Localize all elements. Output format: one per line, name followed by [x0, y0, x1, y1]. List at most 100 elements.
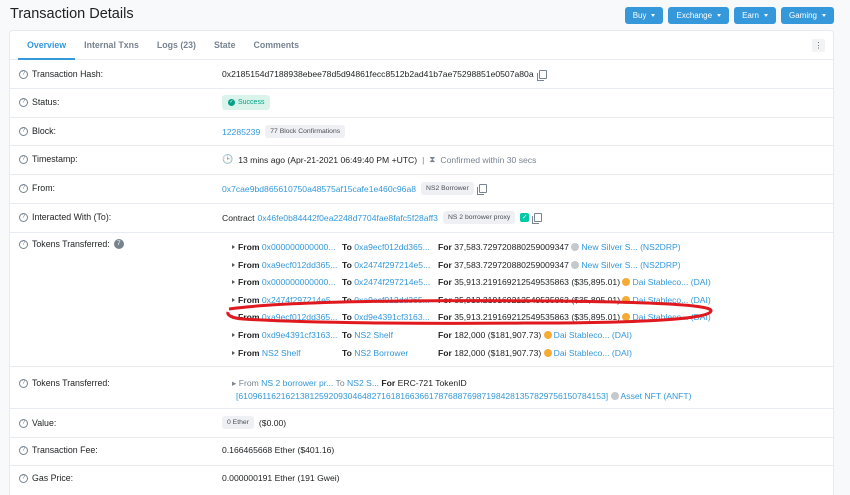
- copy-icon[interactable]: [536, 69, 547, 81]
- buy-button[interactable]: Buy: [624, 7, 664, 24]
- check-circle-icon: ✓: [228, 99, 235, 106]
- help-icon[interactable]: ?: [19, 69, 28, 79]
- tab-internal-txns[interactable]: Internal Txns: [75, 31, 148, 60]
- transfer-from-link[interactable]: 0x000000000000...: [262, 277, 336, 287]
- earn-button[interactable]: Earn: [734, 7, 776, 24]
- timestamp-label-wrap: ? Timestamp:: [19, 154, 78, 164]
- chevron-down-icon: [717, 14, 722, 17]
- transaction-card: Overview Internal Txns Logs (23) State C…: [9, 30, 834, 495]
- hash-label-wrap: ? Transaction Hash:: [19, 69, 103, 79]
- divider: [10, 366, 833, 367]
- block-label-wrap: ? Block:: [19, 126, 56, 136]
- transfer-to-link[interactable]: 0x2474f297214e5...: [354, 277, 430, 287]
- timestamp-value-wrap: 🕒 13 mins ago (Apr-21-2021 06:49:40 PM +…: [222, 154, 536, 165]
- nft-from-word: From: [238, 378, 259, 388]
- clock-icon: 🕒: [222, 154, 234, 164]
- from-label-wrap: ? From:: [19, 183, 55, 193]
- fee-label-wrap: ? Transaction Fee:: [19, 445, 98, 455]
- nft-to-word: To: [335, 378, 345, 388]
- tab-comments[interactable]: Comments: [245, 31, 308, 60]
- from-word: From: [238, 330, 260, 340]
- help-icon[interactable]: ?: [19, 473, 28, 483]
- more-options-icon[interactable]: ⋮: [812, 39, 825, 52]
- hash-value: 0x2185154d7188938ebee78d5d94861fecc8512b…: [222, 69, 534, 79]
- help-icon[interactable]: ?: [19, 97, 28, 107]
- contract-address-link[interactable]: 0x46fe0b84442f0ea2248d7704fae8fafc5f28af…: [257, 213, 437, 223]
- hourglass-icon: ⧗: [429, 154, 436, 164]
- transfer-token-link[interactable]: New Silver S... (NS2DRP): [581, 260, 680, 270]
- earn-label: Earn: [742, 11, 759, 20]
- gaming-button[interactable]: Gaming: [780, 7, 834, 24]
- transfer-from-link[interactable]: 0xd9e4391cf3163...: [262, 330, 338, 340]
- block-value-wrap: 12285239 77 Block Confirmations: [222, 125, 346, 138]
- divider: [10, 145, 833, 146]
- help-icon[interactable]: ?: [19, 126, 28, 136]
- exchange-button[interactable]: Exchange: [668, 7, 730, 24]
- contract-prefix: Contract: [222, 212, 255, 223]
- help-icon[interactable]: ?: [19, 445, 28, 455]
- transfer-from-link[interactable]: 0x000000000000...: [262, 242, 336, 252]
- status-text: Success: [238, 99, 265, 106]
- transfer-to-link[interactable]: NS2 Borrower: [354, 348, 408, 358]
- transfer-from-link[interactable]: 0xa9ecf012dd365...: [262, 260, 338, 270]
- tab-state[interactable]: State: [205, 31, 245, 60]
- tokens-count-badge: 7: [113, 239, 124, 249]
- block-link[interactable]: 12285239: [222, 127, 260, 137]
- nft-token-name-link[interactable]: Asset NFT (ANFT): [621, 391, 692, 401]
- to-word: To: [342, 242, 352, 252]
- from-word: From: [238, 242, 260, 252]
- transfer-token-link[interactable]: Dai Stableco... (DAI): [632, 277, 710, 287]
- gas-value-wrap: 0.000000191 Ether (191 Gwei): [222, 473, 340, 483]
- nft-for-word: For: [381, 378, 396, 388]
- verified-check-icon: ✓: [520, 213, 530, 222]
- transfer-from-link[interactable]: NS2 Shelf: [262, 348, 301, 358]
- for-word: For: [438, 259, 452, 270]
- page-title: Transaction Details: [10, 6, 134, 22]
- gas-label: Gas Price:: [32, 473, 74, 483]
- for-word: For: [438, 330, 452, 340]
- tokens-nft-label: Tokens Transferred:: [32, 378, 110, 388]
- transfer-amount: 182,000: [454, 347, 486, 358]
- from-address-link[interactable]: 0x7cae9bd865610750a48575af15cafe1e460c96…: [222, 184, 416, 194]
- nft-token-id-link[interactable]: [610961162162138125920930464827161816636…: [236, 391, 608, 401]
- copy-icon[interactable]: [476, 184, 487, 195]
- copy-icon[interactable]: [532, 213, 543, 224]
- status-badge: ✓ Success: [222, 95, 271, 110]
- transfer-usd: ($181,907.73): [487, 330, 542, 340]
- help-icon[interactable]: ?: [19, 154, 28, 164]
- transfer-amount: 37,583.729720880259009347: [454, 242, 569, 252]
- confirmed-within: Confirmed within 30 secs: [440, 154, 537, 165]
- for-word: For: [438, 242, 452, 252]
- nft-from-link[interactable]: NS 2 borrower pr...: [261, 378, 333, 388]
- from-word: From: [238, 347, 260, 358]
- help-icon[interactable]: ?: [19, 212, 28, 222]
- arrow-right-icon: [232, 245, 235, 249]
- help-icon[interactable]: ?: [19, 183, 28, 193]
- help-icon[interactable]: ?: [19, 239, 28, 249]
- tab-overview[interactable]: Overview: [18, 31, 76, 60]
- transfer-to-link[interactable]: NS2 Shelf: [354, 330, 393, 340]
- transfer-token-link[interactable]: Dai Stableco... (DAI): [554, 348, 632, 358]
- nft-for-value: ERC-721 TokenID: [397, 378, 467, 388]
- fee-value-wrap: 0.166465668 Ether ($401.16): [222, 445, 334, 455]
- value-value-wrap: 0 Ether ($0.00): [222, 416, 286, 429]
- divider: [10, 203, 833, 204]
- timestamp-value: 13 mins ago (Apr-21-2021 06:49:40 PM +UT…: [238, 154, 418, 165]
- hash-label: Transaction Hash:: [32, 69, 104, 79]
- transfer-to-link[interactable]: 0x2474f297214e5...: [354, 260, 430, 270]
- transfer-token-link[interactable]: New Silver S... (NS2DRP): [581, 242, 680, 252]
- transfer-token-link[interactable]: Dai Stableco... (DAI): [554, 330, 632, 340]
- arrow-right-icon: [232, 333, 235, 337]
- nft-to-link[interactable]: NS2 S...: [347, 378, 379, 388]
- token-logo-icon: [571, 260, 580, 269]
- help-icon[interactable]: ?: [19, 418, 28, 428]
- to-label-wrap: ? Interacted With (To):: [19, 212, 111, 222]
- timestamp-label: Timestamp:: [32, 154, 78, 164]
- to-word: To: [342, 277, 352, 288]
- fee-value: 0.166465668 Ether ($401.16): [222, 445, 335, 455]
- transfer-to-link[interactable]: 0xa9ecf012dd365...: [354, 242, 430, 252]
- tab-logs[interactable]: Logs (23): [148, 31, 205, 60]
- from-word: From: [238, 259, 260, 270]
- help-icon[interactable]: ?: [19, 378, 28, 388]
- transfer-amount: 37,583.729720880259009347: [454, 259, 569, 270]
